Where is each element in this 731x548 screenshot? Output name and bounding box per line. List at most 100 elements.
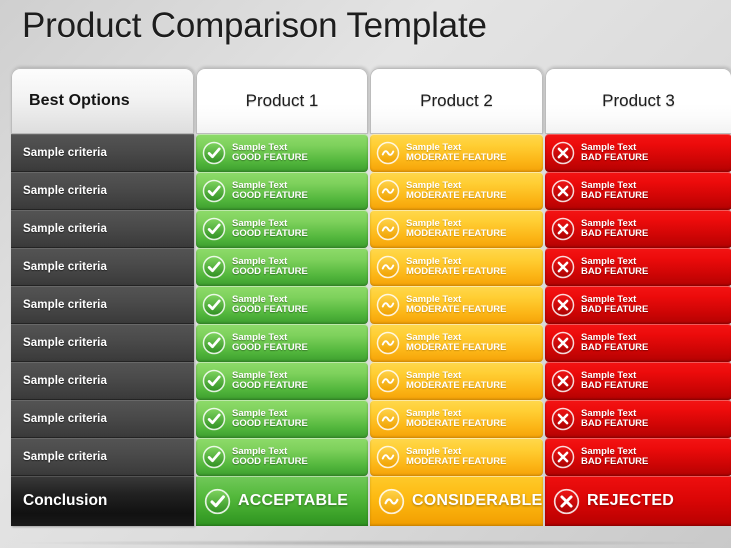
status-cell-moderate[interactable]: Sample Text MODERATE FEATURE [370,400,543,438]
conclusion-label-cell[interactable]: Conclusion [11,476,194,526]
criteria-cell[interactable]: Sample criteria [11,172,194,210]
status-cell-good[interactable]: Sample Text GOOD FEATURE [196,172,368,210]
status-cell-bad[interactable]: Sample Text BAD FEATURE [545,172,731,210]
status-cell-good[interactable]: Sample Text GOOD FEATURE [196,438,368,476]
criteria-cell[interactable]: Sample criteria [11,438,194,476]
status-text-block: Sample Text BAD FEATURE [581,370,648,392]
check-icon [204,488,231,514]
status-cell-good[interactable]: Sample Text GOOD FEATURE [196,400,368,438]
status-feature-text: BAD FEATURE [581,228,649,239]
status-cell-moderate[interactable]: Sample Text MODERATE FEATURE [370,134,543,172]
tilde-icon [376,141,400,165]
status-cell-good[interactable]: Sample Text GOOD FEATURE [196,210,368,248]
status-cell-moderate[interactable]: Sample Text MODERATE FEATURE [370,172,543,210]
check-icon [202,331,226,355]
status-cell-bad[interactable]: Sample Text BAD FEATURE [545,248,731,286]
check-icon [202,293,226,317]
status-feature-text: BAD FEATURE [581,456,649,467]
status-cell-good[interactable]: Sample Text GOOD FEATURE [196,362,368,400]
status-cell-moderate[interactable]: Sample Text MODERATE FEATURE [370,362,543,400]
tilde-icon [376,331,400,355]
status-feature-text: GOOD FEATURE [232,418,308,429]
header-product-label: Product 1 [245,91,319,110]
criteria-cell[interactable]: Sample criteria [11,362,194,400]
criteria-cell[interactable]: Sample criteria [11,210,194,248]
header-product-label: Product 3 [602,91,675,110]
status-cell-moderate[interactable]: Sample Text MODERATE FEATURE [370,248,543,286]
status-text-block: Sample Text GOOD FEATURE [232,370,308,392]
status-feature-text: MODERATE FEATURE [406,266,507,277]
status-text-block: Sample Text MODERATE FEATURE [406,332,506,354]
status-text-block: Sample Text MODERATE FEATURE [406,408,506,430]
status-feature-text: GOOD FEATURE [232,304,308,315]
criteria-label: Sample criteria [23,223,107,235]
status-cell-bad[interactable]: Sample Text BAD FEATURE [545,362,731,400]
x-icon [551,141,575,165]
status-feature-text: BAD FEATURE [581,304,649,315]
status-text-block: Sample Text BAD FEATURE [581,446,649,468]
status-text-block: Sample Text GOOD FEATURE [232,256,308,278]
table-row: Sample criteria Sample Text GOOD FEATURE Sa… [11,134,731,172]
x-icon [551,217,575,241]
criteria-cell[interactable]: Sample criteria [11,134,194,172]
status-cell-good[interactable]: Sample Text GOOD FEATURE [196,248,368,286]
status-cell-moderate[interactable]: Sample Text MODERATE FEATURE [370,324,543,362]
conclusion-verdict: REJECTED [587,492,674,509]
header-cell-product-2[interactable]: Product 2 [370,68,543,134]
status-cell-good[interactable]: Sample Text GOOD FEATURE [196,286,368,324]
status-cell-bad[interactable]: Sample Text BAD FEATURE [545,324,731,362]
status-text-block: Sample Text GOOD FEATURE [232,218,308,240]
header-cell-product-1[interactable]: Product 1 [196,68,368,134]
x-icon [551,255,575,279]
tilde-icon [376,445,400,469]
conclusion-cell-good[interactable]: ACCEPTABLE [196,476,368,526]
status-feature-text: BAD FEATURE [581,152,649,163]
header-cell-best-options[interactable]: Best Options [11,68,194,134]
status-feature-text: MODERATE FEATURE [406,152,507,163]
status-cell-bad[interactable]: Sample Text BAD FEATURE [545,400,731,438]
status-cell-bad[interactable]: Sample Text BAD FEATURE [545,134,731,172]
status-feature-text: GOOD FEATURE [232,228,308,239]
conclusion-cell-bad[interactable]: REJECTED [545,476,731,526]
status-feature-text: GOOD FEATURE [232,456,308,467]
criteria-label: Sample criteria [23,375,107,387]
criteria-cell[interactable]: Sample criteria [11,248,194,286]
x-icon [551,293,575,317]
check-icon [202,141,226,165]
check-icon [202,445,226,469]
status-text-block: Sample Text BAD FEATURE [581,142,649,164]
criteria-cell[interactable]: Sample criteria [11,400,194,438]
status-cell-good[interactable]: Sample Text GOOD FEATURE [196,324,368,362]
check-icon [202,369,226,393]
table-row: Sample criteria Sample Text GOOD FEATURE Sa… [11,324,731,362]
header-cell-product-3[interactable]: Product 3 [545,68,731,134]
status-feature-text: MODERATE FEATURE [406,456,507,467]
status-text-block: Sample Text MODERATE FEATURE [406,180,506,202]
status-cell-moderate[interactable]: Sample Text MODERATE FEATURE [370,286,543,324]
status-feature-text: GOOD FEATURE [232,380,308,391]
status-text-block: Sample Text GOOD FEATURE [232,332,308,354]
status-feature-text: GOOD FEATURE [232,266,308,277]
status-cell-bad[interactable]: Sample Text BAD FEATURE [545,286,731,324]
check-icon [202,179,226,203]
status-cell-bad[interactable]: Sample Text BAD FEATURE [545,438,731,476]
criteria-label: Sample criteria [23,299,107,311]
status-feature-text: GOOD FEATURE [232,190,308,201]
status-text-block: Sample Text BAD FEATURE [581,332,649,354]
status-cell-moderate[interactable]: Sample Text MODERATE FEATURE [370,210,543,248]
conclusion-cell-moderate[interactable]: CONSIDERABLE [370,476,543,526]
status-feature-text: GOOD FEATURE [232,342,308,353]
criteria-cell[interactable]: Sample criteria [11,286,194,324]
status-cell-good[interactable]: Sample Text GOOD FEATURE [196,134,368,172]
x-icon [553,488,580,514]
table-row: Sample criteria Sample Text GOOD FEATURE Sa… [11,400,731,438]
status-text-block: Sample Text BAD FEATURE [581,294,649,316]
check-icon [202,255,226,279]
status-cell-bad[interactable]: Sample Text BAD FEATURE [545,210,731,248]
status-cell-moderate[interactable]: Sample Text MODERATE FEATURE [370,438,543,476]
status-text-block: Sample Text MODERATE FEATURE [406,446,507,468]
criteria-cell[interactable]: Sample criteria [11,324,194,362]
tilde-icon [376,217,400,241]
status-feature-text: BAD FEATURE [581,342,649,353]
criteria-label: Sample criteria [23,147,107,159]
